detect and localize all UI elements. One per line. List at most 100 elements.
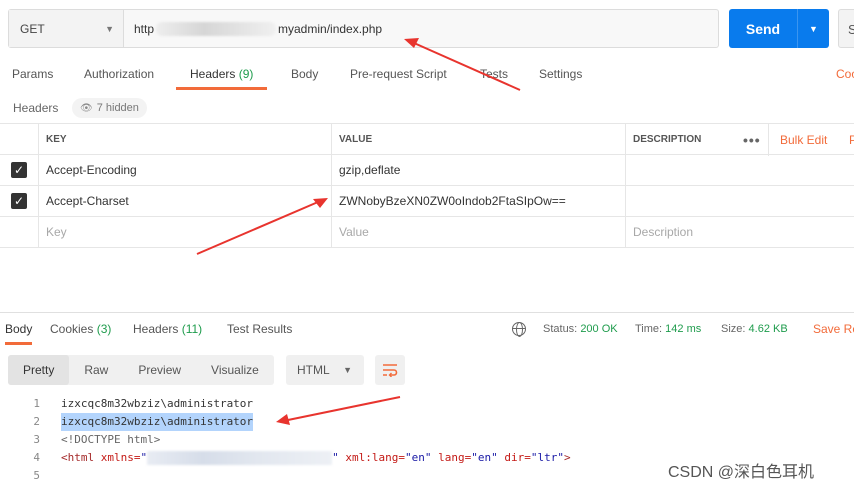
header-value-cell[interactable]: ZWNobyBzeXN0ZW0oIndob2FtaSIpOw== [331,186,625,216]
new-key-input[interactable]: Key [38,217,331,247]
code-text: <html xmlns=" " xml:lang="en" lang="en" d… [61,449,571,467]
checkbox-column-header [0,124,38,154]
response-headers-label: Headers [133,322,179,336]
size-readout: Size: 4.62 KB [721,313,788,345]
tab-params[interactable]: Params [12,58,53,90]
new-description-input[interactable]: Description [625,217,854,247]
header-description-cell[interactable] [625,155,854,185]
bulk-edit-button[interactable]: Bulk Edit [768,124,827,156]
globe-icon[interactable] [512,322,526,337]
line-number: 4 [33,451,40,464]
eye-icon: 👁 [80,103,93,114]
lang-attr: lang= [431,451,472,464]
header-key-cell[interactable]: Accept-Charset [38,186,331,216]
size-label: Size: [721,323,746,335]
tab-pre-request-script[interactable]: Pre-request Script [350,58,447,90]
checkmark-icon: ✓ [11,193,27,209]
status-value: 200 OK [580,323,618,335]
chevron-down-icon: ▼ [343,365,352,375]
headers-count: (9) [238,67,254,81]
table-row: ✓ Accept-Encoding gzip,deflate [0,155,854,186]
url-prefix: http [134,21,155,36]
headers-table: KEY VALUE DESCRIPTION ••• Bulk Edit P ✓ … [0,123,854,248]
code-line: 1 izxcqc8m32wbziz\administrator [0,395,854,413]
table-row-new: Key Value Description [0,217,854,248]
xmlns-attr: xmlns= [94,451,141,464]
table-row: ✓ Accept-Charset ZWNobyBzeXN0ZW0oIndob2F… [0,186,854,217]
wrap-lines-icon [383,364,398,377]
cookies-link[interactable]: Coo [836,58,854,90]
send-button[interactable]: Send ▼ [729,9,829,48]
response-tab-test-results[interactable]: Test Results [227,313,292,345]
save-label: S [848,22,854,37]
format-pretty[interactable]: Pretty [8,355,70,385]
code-line-selected: 2 izxcqc8m32wbziz\administrator [0,413,854,431]
tab-body[interactable]: Body [291,58,318,90]
row-checkbox[interactable]: ✓ [0,155,38,185]
presets-button[interactable]: P [849,124,854,156]
size-value: 4.62 KB [748,323,788,335]
response-tabs: Body Cookies (3) Headers (11) Test Resul… [0,313,854,345]
code-text: <!DOCTYPE html> [61,433,161,446]
format-preview[interactable]: Preview [123,355,196,385]
status-readout: Status: 200 OK [543,313,618,345]
response-headers-count: (11) [181,322,203,336]
language-label: HTML [297,363,330,377]
response-tab-headers[interactable]: Headers (11) [133,313,202,345]
more-options-icon[interactable]: ••• [743,124,761,156]
send-label: Send [745,20,781,37]
redacted-host [156,21,277,36]
dir-attr: dir= [497,451,531,464]
xmlns-quote-close: " [332,451,339,464]
tab-authorization[interactable]: Authorization [84,58,154,90]
request-tabs: Params Authorization Headers (9) Body Pr… [0,58,854,90]
time-readout: Time: 142 ms [635,313,701,345]
method-select[interactable]: GET ▼ [9,10,124,47]
response-cookies-count: (3) [96,322,112,336]
lang-value: "en" [471,451,498,464]
time-value: 142 ms [665,323,702,335]
checkmark-icon: ✓ [11,162,27,178]
tab-headers-label: Headers [190,67,236,81]
format-raw[interactable]: Raw [69,355,123,385]
xml-lang-value: "en" [404,451,432,464]
xml-lang-attr: xml:lang= [338,451,405,464]
header-value-cell[interactable]: gzip,deflate [331,155,625,185]
format-visualize[interactable]: Visualize [196,355,274,385]
line-number: 1 [33,397,40,410]
time-label: Time: [635,323,663,335]
header-key-cell[interactable]: Accept-Encoding [38,155,331,185]
column-key: KEY [38,124,331,154]
header-description-cell[interactable] [625,186,854,216]
dir-value: "ltr" [530,451,564,464]
tab-settings[interactable]: Settings [539,58,582,90]
wrap-lines-button[interactable] [375,355,405,385]
request-bar: GET ▼ http myadmin/index.php [8,9,719,48]
column-value: VALUE [331,124,625,154]
table-header-row: KEY VALUE DESCRIPTION ••• Bulk Edit P [0,123,854,156]
save-response-button[interactable]: Save Re [813,313,854,345]
language-select[interactable]: HTML ▼ [286,355,364,385]
response-cookies-label: Cookies [50,322,94,336]
hidden-count: 7 hidden [96,102,139,114]
redacted-xmlns [147,451,333,465]
new-value-input[interactable]: Value [331,217,625,247]
code-line: 3 <!DOCTYPE html> [0,431,854,449]
tab-headers[interactable]: Headers (9) [176,58,268,90]
selected-code-text: izxcqc8m32wbziz\administrator [61,413,254,431]
code-text: izxcqc8m32wbziz\administrator [61,397,254,410]
url-input[interactable]: http myadmin/index.php [124,10,718,47]
response-tab-body[interactable]: Body [5,313,33,345]
xmlns-quote-open: " [140,451,148,464]
hidden-headers-toggle[interactable]: 👁 7 hidden [72,98,147,118]
status-label: Status: [543,323,578,335]
headers-section-label: Headers [13,101,59,115]
row-checkbox[interactable]: ✓ [0,186,38,216]
line-number: 3 [33,433,40,446]
tab-tests[interactable]: Tests [480,58,508,90]
response-tab-cookies[interactable]: Cookies (3) [50,313,111,345]
html-tag-open: <html [61,451,95,464]
chevron-down-icon[interactable]: ▼ [798,24,829,34]
save-button[interactable]: S [838,9,854,48]
url-suffix: myadmin/index.php [278,21,383,36]
